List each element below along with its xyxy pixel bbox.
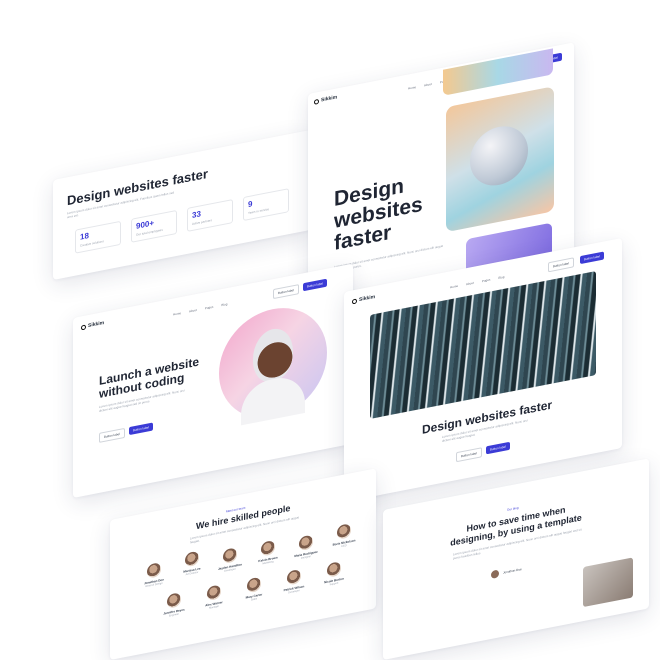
header-primary-button[interactable]: Button label	[303, 278, 327, 292]
team-member: Patrick Wilson Developer	[276, 567, 312, 597]
team-member: Jennifer Reyes Engineer	[156, 590, 192, 620]
header-primary-button[interactable]: Button label	[580, 251, 604, 265]
avatar	[147, 562, 161, 579]
stat-box: 18 Creative solutions	[75, 220, 121, 254]
nav-item-about[interactable]: About	[189, 308, 197, 314]
stat-value: 18	[80, 231, 89, 242]
brand-name: Sikkim	[359, 293, 376, 304]
avatar	[207, 584, 221, 602]
launch-primary-button[interactable]: Button label	[129, 422, 153, 436]
stat-value: 9	[248, 199, 253, 210]
brand-logo[interactable]: Sikkim	[352, 294, 375, 304]
avatar	[223, 547, 237, 565]
nav-item-pages[interactable]: Pages	[205, 305, 214, 311]
blog-section-card: Our blog How to save time when designing…	[383, 458, 649, 660]
portrait-circle-image	[219, 298, 327, 428]
nav-item-blog[interactable]: Blog	[221, 302, 227, 307]
avatar	[337, 523, 351, 540]
avatar	[261, 539, 275, 557]
nav-item-blog[interactable]: Blog	[498, 275, 504, 280]
team-member: Mary Carter Sales	[236, 575, 272, 605]
team-member: Alex Warner Manager	[196, 582, 232, 612]
stat-box: 900+ Our total employees	[131, 209, 177, 243]
stat-box: 9 Years in service	[243, 188, 289, 222]
team-member: Maria Rodriguez Designer	[288, 532, 324, 562]
launch-secondary-button[interactable]: Button label	[99, 427, 125, 443]
main-nav: Home About Pages Blog	[173, 302, 227, 317]
nav-item-pages[interactable]: Pages	[482, 278, 491, 284]
nav-item-home[interactable]: Home	[408, 85, 416, 91]
circle-logo-icon	[352, 297, 357, 304]
avatar	[287, 568, 301, 586]
team-member: Jonathan Doe Head of Design	[136, 560, 172, 590]
avatar	[327, 561, 341, 578]
launch-section-card: Sikkim Home About Pages Blog Button labe…	[73, 263, 353, 498]
stat-value: 33	[192, 209, 201, 220]
brand-logo[interactable]: Sikkim	[81, 320, 104, 330]
nav-item-home[interactable]: Home	[450, 284, 458, 290]
stats-section-card: Design websites faster Lorem ipsum dolor…	[53, 129, 311, 280]
header-secondary-button[interactable]: Button label	[548, 257, 574, 273]
brand-logo[interactable]: Sikkim	[314, 94, 338, 105]
blog-cover-image	[583, 557, 633, 608]
avatar	[185, 550, 199, 568]
light-streaks-image	[370, 271, 596, 419]
sphere-shape	[470, 121, 528, 191]
nav-item-about[interactable]: About	[424, 82, 432, 88]
author-avatar	[491, 569, 499, 580]
header-secondary-button[interactable]: Button label	[273, 284, 299, 300]
team-member: Kelvin Brown Marketing	[250, 538, 286, 568]
avatar	[247, 576, 261, 594]
team-section-card: Meet our team We hire skilled people Lor…	[110, 468, 376, 660]
author-name: Jonathan Doe	[503, 567, 522, 575]
team-member: Jayden Hamilton Developer	[212, 545, 248, 575]
team-member: Nicole Burton Support	[316, 559, 352, 589]
hero-title: Design websites faster	[334, 172, 423, 255]
team-member: Boris Nickolson CEO	[326, 521, 362, 551]
team-member: Marissa Lee Art Director	[174, 549, 210, 579]
main-nav: Home About Pages Blog	[450, 275, 504, 290]
nav-item-home[interactable]: Home	[173, 311, 181, 317]
stat-box: 33 Active partners	[187, 199, 233, 232]
portrait-shoulders-shape	[241, 372, 305, 426]
avatar	[299, 534, 313, 552]
portrait-head-shape	[253, 325, 293, 386]
3d-render-image	[446, 86, 554, 233]
nav-item-about[interactable]: About	[466, 281, 474, 287]
blog-kicker: Our blog	[507, 505, 519, 512]
brand-name: Sikkim	[88, 319, 105, 330]
circle-logo-icon	[81, 323, 86, 330]
circle-logo-icon	[314, 98, 319, 105]
image-hero-primary-button[interactable]: Button label	[486, 441, 510, 455]
brand-name: Sikkim	[321, 94, 338, 104]
image-hero-secondary-button[interactable]: Button label	[456, 447, 482, 463]
